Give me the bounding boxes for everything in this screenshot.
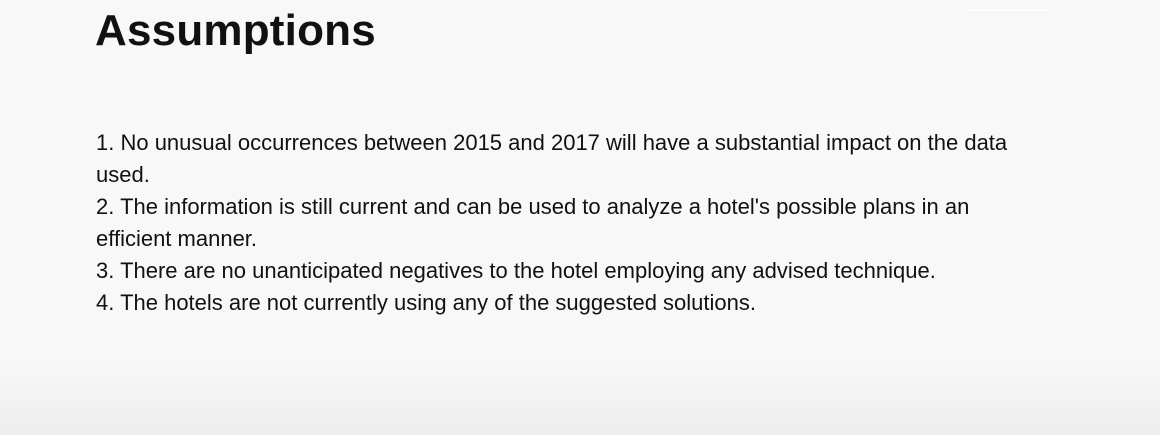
assumptions-list: 1. No unusual occurrences between 2015 a… (96, 127, 1026, 319)
assumption-item-3: 3. There are no unanticipated negatives … (96, 258, 936, 283)
assumption-item-1: 1. No unusual occurrences between 2015 a… (96, 130, 1008, 187)
assumption-item-4: 4. The hotels are not currently using an… (96, 290, 756, 315)
slide-title: Assumptions (95, 6, 376, 55)
slide: Assumptions 1. No unusual occurrences be… (0, 0, 1160, 435)
assumption-item-2: 2. The information is still current and … (96, 194, 970, 251)
top-right-highlight (968, 9, 1048, 11)
